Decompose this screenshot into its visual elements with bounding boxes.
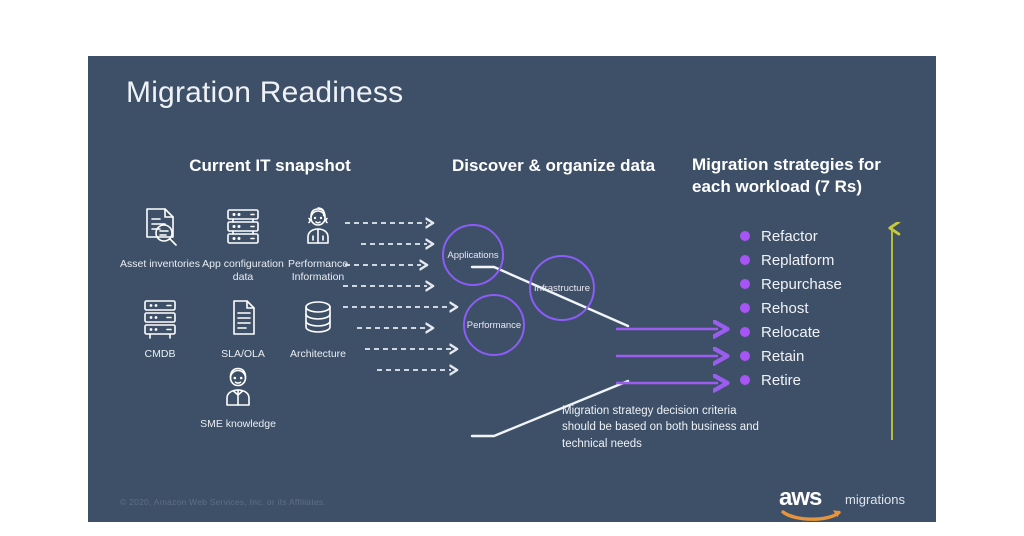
level-of-effort-arrow bbox=[882, 220, 902, 444]
source-item-cmdb: CMDB bbox=[110, 291, 210, 361]
strategy-label: Replatform bbox=[761, 251, 835, 269]
source-item-sme-knowledge: SME knowledge bbox=[183, 361, 293, 431]
aws-smile-icon bbox=[781, 510, 841, 521]
strategy-label: Refactor bbox=[761, 227, 818, 245]
source-label: CMDB bbox=[144, 348, 176, 360]
bullet-dot-icon bbox=[740, 255, 750, 265]
bullet-dot-icon bbox=[740, 351, 750, 361]
column-header-current-it: Current IT snapshot bbox=[189, 156, 351, 175]
source-label: Asset inventories bbox=[120, 258, 200, 270]
list-item: Retire bbox=[740, 368, 842, 392]
page-title: Migration Readiness bbox=[126, 76, 404, 109]
effort-line-2: of bbox=[969, 339, 981, 355]
column-header-strategies-line2: each workload (7 Rs) bbox=[692, 176, 863, 196]
server-rack-icon bbox=[110, 291, 210, 343]
bubble-label: Applications bbox=[447, 249, 499, 261]
bubble-applications: Applications bbox=[442, 224, 504, 286]
source-label: SME knowledge bbox=[200, 418, 276, 430]
column-header-strategies-line1: Migration strategies for bbox=[692, 155, 881, 174]
migration-strategies-list: Refactor Replatform Repurchase Rehost Re… bbox=[740, 224, 842, 392]
list-item: Rehost bbox=[740, 296, 842, 320]
effort-line-3: effort bbox=[959, 355, 991, 371]
strategy-label: Repurchase bbox=[761, 275, 842, 293]
strategy-label: Retire bbox=[761, 371, 802, 389]
aws-migrations-logo: aws migrations bbox=[779, 484, 909, 522]
slide-canvas: Migration Readiness Current IT snapshot … bbox=[0, 0, 1024, 536]
document-magnifier-icon bbox=[110, 201, 210, 253]
list-item: Refactor bbox=[740, 224, 842, 248]
person-avatar-icon bbox=[183, 361, 293, 413]
bubble-label: Infrastructure bbox=[534, 282, 590, 294]
slide-panel: Migration Readiness Current IT snapshot … bbox=[88, 56, 991, 522]
list-item: Relocate bbox=[740, 320, 842, 344]
column-header-strategies: Migration strategies for each workload (… bbox=[692, 154, 922, 198]
list-item: Replatform bbox=[740, 248, 842, 272]
strategy-label: Retain bbox=[761, 347, 805, 365]
effort-line-1: Level bbox=[958, 324, 992, 339]
copyright-text: © 2020, Amazon Web Services, Inc. or its… bbox=[120, 497, 327, 507]
column-header-discover: Discover & organize data bbox=[451, 156, 656, 175]
list-item: Repurchase bbox=[740, 272, 842, 296]
strategy-label: Rehost bbox=[761, 299, 809, 317]
bullet-dot-icon bbox=[740, 279, 750, 289]
aws-logo-suffix: migrations bbox=[845, 492, 905, 507]
bubble-performance: Performance bbox=[463, 294, 525, 356]
source-item-asset-inventories: Asset inventories bbox=[110, 201, 210, 271]
bullet-dot-icon bbox=[740, 375, 750, 385]
level-of-effort-label: Level of effort bbox=[940, 324, 1010, 372]
strategy-label: Relocate bbox=[761, 323, 821, 341]
list-item: Retain bbox=[740, 344, 842, 368]
bullet-dot-icon bbox=[740, 231, 750, 241]
bullet-dot-icon bbox=[740, 303, 750, 313]
bullet-dot-icon bbox=[740, 327, 750, 337]
decision-criteria-note: Migration strategy decision criteria sho… bbox=[562, 405, 759, 450]
bubble-infrastructure: Infrastructure bbox=[529, 255, 595, 321]
bubble-label: Performance bbox=[466, 319, 522, 331]
